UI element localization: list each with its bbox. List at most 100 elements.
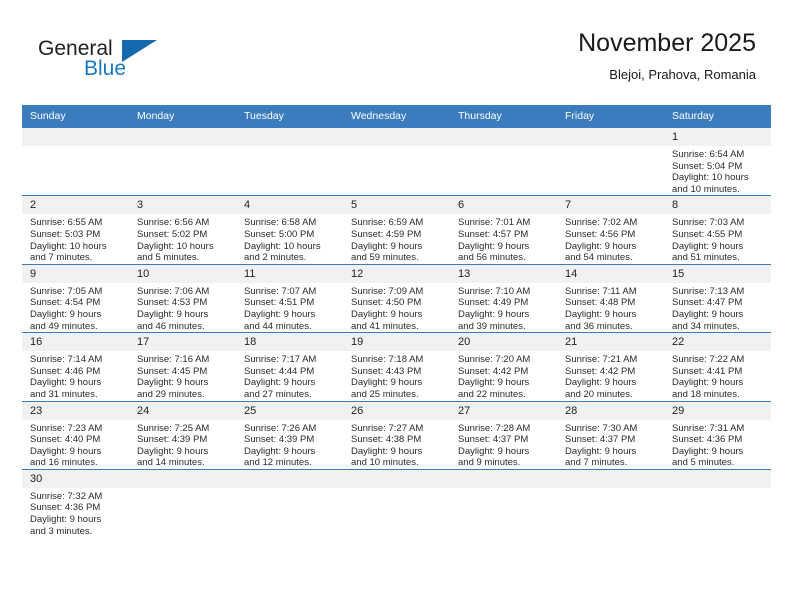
day-detail-daylight1: Daylight: 9 hours — [137, 445, 209, 457]
calendar-cell-inner — [450, 128, 557, 195]
day-detail-daylight2: and 7 minutes. — [30, 252, 93, 264]
day-detail-sunrise: Sunrise: 7:14 AM — [30, 354, 103, 366]
day-details: Sunrise: 7:26 AM Sunset: 4:39 PM Daylight:… — [236, 420, 343, 469]
day-details: Sunrise: 7:03 AM Sunset: 4:55 PM Daylight:… — [664, 214, 771, 263]
calendar-cell-inner: 4 Sunrise: 6:58 AM Sunset: 5:00 PM Daylight… — [236, 196, 343, 263]
calendar-day-cell[interactable]: 2 Sunrise: 6:55 AM Sunset: 5:03 PM Daylight… — [22, 195, 129, 265]
calendar-day-cell[interactable]: 18 Sunrise: 7:17 AM Sunset: 4:44 PM Dayligh… — [236, 332, 343, 401]
day-detail-sunset: Sunset: 4:42 PM — [565, 365, 636, 377]
day-detail-sunset: Sunset: 4:43 PM — [351, 365, 422, 377]
calendar-cell-inner: 15 Sunrise: 7:13 AM Sunset: 4:47 PM Dayligh… — [664, 264, 771, 332]
day-detail-sunset: Sunset: 4:41 PM — [672, 365, 743, 377]
day-detail-sunset: Sunset: 4:45 PM — [137, 365, 208, 377]
day-number — [450, 469, 557, 488]
day-detail-sunrise: Sunrise: 6:56 AM — [137, 217, 210, 229]
calendar-day-cell[interactable]: 24 Sunrise: 7:25 AM Sunset: 4:39 PM Dayligh… — [129, 400, 236, 470]
calendar-cell-inner — [236, 469, 343, 537]
calendar-week-row: 2 Sunrise: 6:55 AM Sunset: 5:03 PM Daylight… — [22, 195, 771, 265]
calendar-day-cell[interactable]: 11 Sunrise: 7:07 AM Sunset: 4:51 PM Dayligh… — [236, 263, 343, 333]
day-details: Sunrise: 7:11 AM Sunset: 4:48 PM Daylight:… — [557, 283, 664, 332]
calendar-day-cell[interactable]: 25 Sunrise: 7:26 AM Sunset: 4:39 PM Dayligh… — [236, 400, 343, 470]
day-detail-daylight1: Daylight: 10 hours — [672, 172, 749, 184]
day-detail-daylight1: Daylight: 9 hours — [30, 445, 102, 457]
calendar-cell-inner: 5 Sunrise: 6:59 AM Sunset: 4:59 PM Daylight… — [343, 196, 450, 263]
day-number: 20 — [450, 333, 557, 352]
page-header: General Blue November 2025 Blejoi, Praho… — [0, 0, 792, 104]
calendar-day-cell[interactable]: 9 Sunrise: 7:05 AM Sunset: 4:54 PM Daylight… — [22, 263, 129, 333]
day-detail-daylight2: and 12 minutes. — [244, 457, 312, 469]
calendar-day-cell[interactable]: 12 Sunrise: 7:09 AM Sunset: 4:50 PM Dayligh… — [343, 263, 450, 333]
day-detail-daylight1: Daylight: 9 hours — [458, 445, 530, 457]
day-number — [557, 128, 664, 146]
calendar-day-cell[interactable]: 5 Sunrise: 6:59 AM Sunset: 4:59 PM Daylight… — [343, 195, 450, 265]
calendar-day-cell[interactable]: 19 Sunrise: 7:18 AM Sunset: 4:43 PM Dayligh… — [343, 332, 450, 401]
day-detail-sunrise: Sunrise: 6:59 AM — [351, 217, 424, 229]
brand-word-blue: Blue — [84, 57, 127, 80]
day-detail-daylight1: Daylight: 10 hours — [30, 240, 107, 252]
day-detail-daylight1: Daylight: 9 hours — [565, 445, 637, 457]
day-detail-sunrise: Sunrise: 7:26 AM — [244, 422, 317, 434]
weekday-header-saturday: Saturday — [664, 105, 771, 128]
calendar-day-cell[interactable]: 20 Sunrise: 7:20 AM Sunset: 4:42 PM Dayligh… — [450, 332, 557, 401]
calendar-day-cell[interactable]: 1 Sunrise: 6:54 AM Sunset: 5:04 PM Daylight… — [664, 126, 771, 196]
weekday-header-tuesday: Tuesday — [236, 105, 343, 128]
day-details: Sunrise: 7:02 AM Sunset: 4:56 PM Daylight:… — [557, 214, 664, 263]
day-detail-daylight1: Daylight: 9 hours — [30, 514, 102, 526]
calendar-day-cell[interactable]: 16 Sunrise: 7:14 AM Sunset: 4:46 PM Dayligh… — [22, 332, 129, 401]
day-detail-sunset: Sunset: 4:42 PM — [458, 365, 529, 377]
day-details: Sunrise: 7:28 AM Sunset: 4:37 PM Daylight:… — [450, 420, 557, 469]
calendar-day-cell[interactable]: 3 Sunrise: 6:56 AM Sunset: 5:02 PM Daylight… — [129, 195, 236, 265]
day-number — [343, 128, 450, 146]
day-details: Sunrise: 7:30 AM Sunset: 4:37 PM Daylight:… — [557, 420, 664, 469]
calendar-day-cell[interactable]: 10 Sunrise: 7:06 AM Sunset: 4:53 PM Dayligh… — [129, 263, 236, 333]
day-detail-daylight1: Daylight: 9 hours — [565, 308, 637, 320]
calendar-cell-empty — [450, 126, 557, 196]
day-details: Sunrise: 7:06 AM Sunset: 4:53 PM Daylight:… — [129, 283, 236, 332]
day-detail-sunset: Sunset: 4:51 PM — [244, 297, 315, 309]
day-detail-daylight1: Daylight: 9 hours — [137, 377, 209, 389]
day-detail-daylight1: Daylight: 9 hours — [137, 308, 209, 320]
day-number — [450, 128, 557, 146]
calendar-day-cell[interactable]: 22 Sunrise: 7:22 AM Sunset: 4:41 PM Dayligh… — [664, 332, 771, 401]
day-detail-sunset: Sunset: 4:56 PM — [565, 228, 636, 240]
day-detail-sunset: Sunset: 4:37 PM — [458, 434, 529, 446]
calendar-day-cell[interactable]: 29 Sunrise: 7:31 AM Sunset: 4:36 PM Dayligh… — [664, 400, 771, 470]
day-number: 3 — [129, 196, 236, 215]
calendar-day-cell[interactable]: 27 Sunrise: 7:28 AM Sunset: 4:37 PM Dayligh… — [450, 400, 557, 470]
day-details: Sunrise: 6:55 AM Sunset: 5:03 PM Daylight:… — [22, 214, 129, 263]
calendar-day-cell[interactable]: 28 Sunrise: 7:30 AM Sunset: 4:37 PM Dayligh… — [557, 400, 664, 470]
day-detail-sunrise: Sunrise: 7:10 AM — [458, 285, 531, 297]
calendar-day-cell[interactable]: 4 Sunrise: 6:58 AM Sunset: 5:00 PM Daylight… — [236, 195, 343, 265]
calendar-day-cell[interactable]: 13 Sunrise: 7:10 AM Sunset: 4:49 PM Dayligh… — [450, 263, 557, 333]
calendar-day-cell[interactable]: 8 Sunrise: 7:03 AM Sunset: 4:55 PM Daylight… — [664, 195, 771, 265]
calendar-day-cell[interactable]: 23 Sunrise: 7:23 AM Sunset: 4:40 PM Dayligh… — [22, 400, 129, 470]
calendar-day-cell[interactable]: 30 Sunrise: 7:32 AM Sunset: 4:36 PM Dayligh… — [22, 468, 129, 538]
day-number: 17 — [129, 333, 236, 352]
calendar-cell-empty — [450, 468, 557, 538]
day-number: 5 — [343, 196, 450, 215]
brand-logo[interactable]: General Blue — [38, 38, 238, 90]
day-detail-sunrise: Sunrise: 7:25 AM — [137, 422, 210, 434]
day-details: Sunrise: 7:23 AM Sunset: 4:40 PM Daylight:… — [22, 420, 129, 469]
day-number: 21 — [557, 333, 664, 352]
calendar-day-cell[interactable]: 7 Sunrise: 7:02 AM Sunset: 4:56 PM Daylight… — [557, 195, 664, 265]
day-detail-sunrise: Sunrise: 7:05 AM — [30, 285, 103, 297]
calendar-day-cell[interactable]: 26 Sunrise: 7:27 AM Sunset: 4:38 PM Dayligh… — [343, 400, 450, 470]
page-subtitle: Blejoi, Prahova, Romania — [609, 67, 756, 82]
calendar-day-cell[interactable]: 14 Sunrise: 7:11 AM Sunset: 4:48 PM Dayligh… — [557, 263, 664, 333]
calendar-day-cell[interactable]: 6 Sunrise: 7:01 AM Sunset: 4:57 PM Daylight… — [450, 195, 557, 265]
day-detail-daylight1: Daylight: 9 hours — [458, 377, 530, 389]
calendar-cell-inner — [129, 128, 236, 195]
day-number: 9 — [22, 264, 129, 283]
calendar-cell-inner: 13 Sunrise: 7:10 AM Sunset: 4:49 PM Dayligh… — [450, 264, 557, 332]
day-number — [236, 128, 343, 146]
day-detail-daylight2: and 10 minutes. — [672, 183, 740, 195]
day-detail-sunset: Sunset: 4:46 PM — [30, 365, 101, 377]
calendar-cell-inner: 29 Sunrise: 7:31 AM Sunset: 4:36 PM Dayligh… — [664, 401, 771, 469]
calendar-day-cell[interactable]: 15 Sunrise: 7:13 AM Sunset: 4:47 PM Dayligh… — [664, 263, 771, 333]
calendar-day-cell[interactable]: 21 Sunrise: 7:21 AM Sunset: 4:42 PM Dayligh… — [557, 332, 664, 401]
day-detail-daylight2: and 20 minutes. — [565, 388, 633, 400]
day-number: 25 — [236, 401, 343, 420]
day-detail-daylight1: Daylight: 10 hours — [137, 240, 214, 252]
calendar-day-cell[interactable]: 17 Sunrise: 7:16 AM Sunset: 4:45 PM Dayligh… — [129, 332, 236, 401]
